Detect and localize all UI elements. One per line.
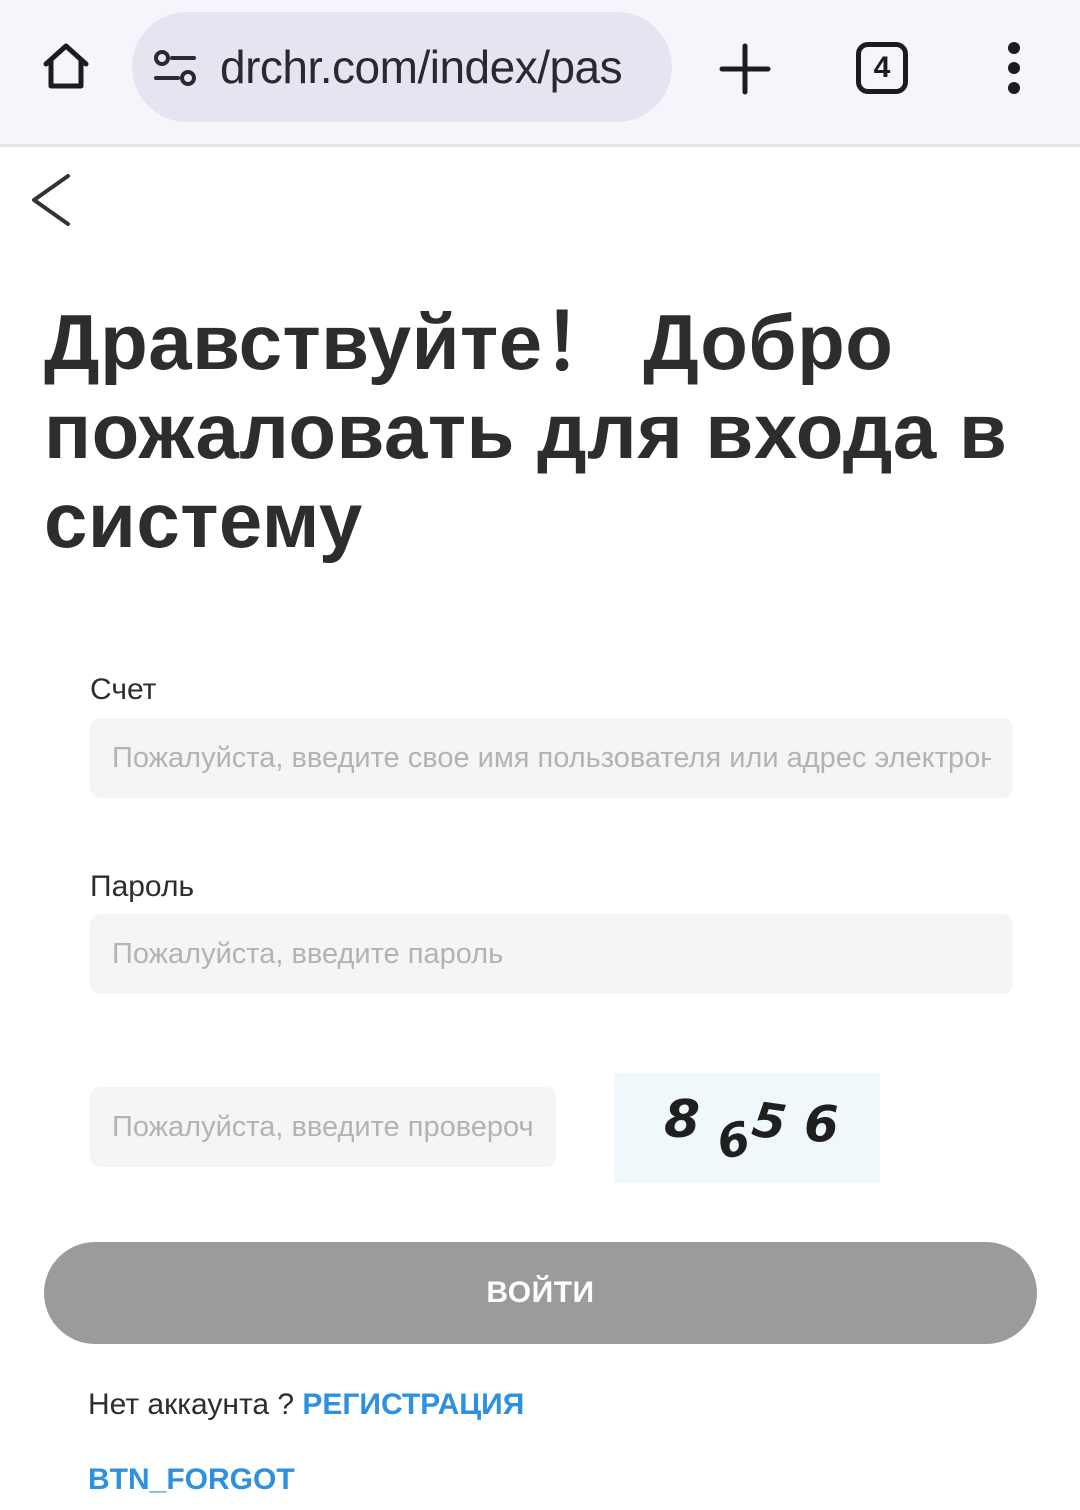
browser-toolbar: drchr.com/index/pas 4 [0,0,1080,147]
account-input[interactable] [90,718,1013,798]
captcha-digit-3: 5 [749,1092,790,1152]
home-icon [43,43,89,89]
page-title: Дравствуйте！ Добро пожаловать для входа … [44,298,1008,564]
tune-icon[interactable] [152,48,198,88]
login-button[interactable]: ВОЙТИ [44,1242,1037,1344]
password-label: Пароль [90,870,195,903]
forgot-password-link[interactable]: BTN_FORGOT [88,1463,295,1497]
address-bar[interactable]: drchr.com/index/pas [132,12,672,122]
captcha-digit-1: 8 [664,1090,700,1150]
home-button[interactable] [36,36,96,96]
plus-icon[interactable] [716,40,774,98]
captcha-code-graphic: 8 6 5 6 [664,1090,839,1170]
captcha-digit-2: 6 [712,1110,755,1169]
url-text[interactable]: drchr.com/index/pas [220,12,652,122]
password-input[interactable] [90,914,1013,994]
captcha-input[interactable] [90,1087,556,1167]
captcha-digit-4: 6 [804,1095,839,1153]
captcha-image[interactable]: 8 6 5 6 [614,1073,880,1183]
kebab-menu-icon[interactable] [996,40,1032,100]
register-link[interactable]: РЕГИСТРАЦИЯ [302,1388,524,1421]
register-prompt-line: Нет аккаунта ? РЕГИСТРАЦИЯ [88,1388,524,1422]
account-label: Счет [90,673,157,706]
register-prompt-text: Нет аккаунта ? [88,1388,303,1421]
tab-switcher-button[interactable]: 4 [856,42,908,94]
chevron-left-icon[interactable] [24,170,80,230]
tab-count: 4 [873,51,891,84]
